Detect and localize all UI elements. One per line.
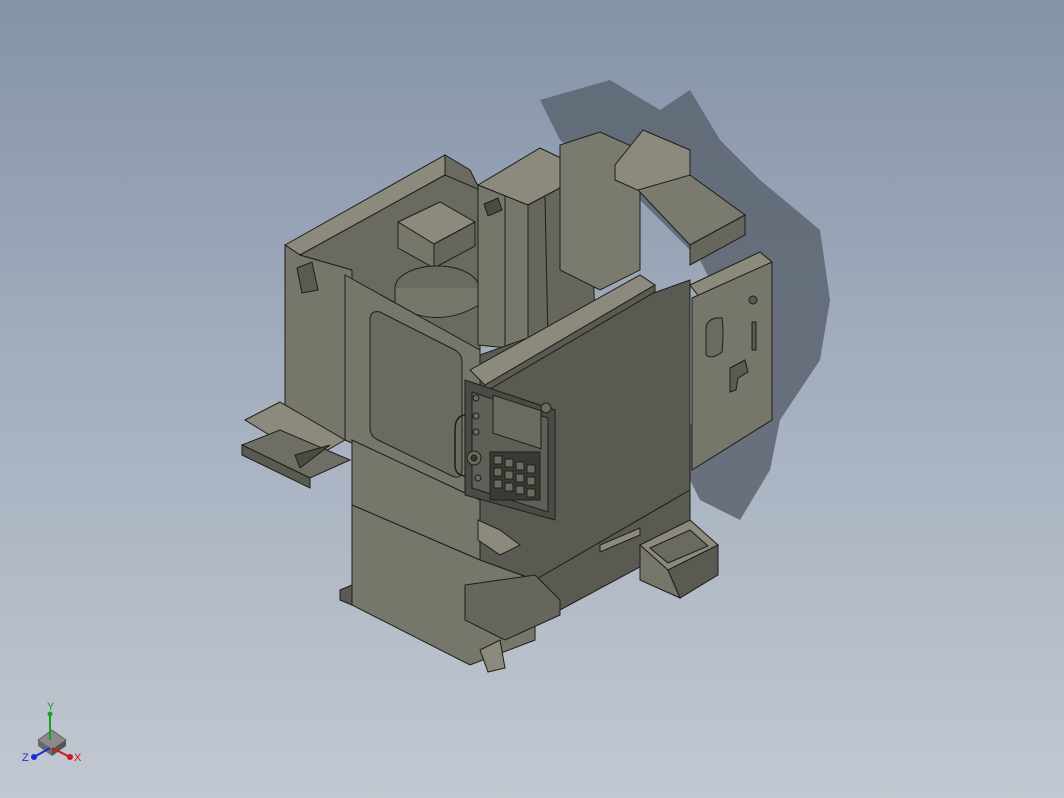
y-axis-label: Y (47, 701, 55, 713)
pendant-keypad[interactable] (489, 451, 541, 501)
machine-model[interactable] (0, 0, 1064, 798)
z-axis-label: Z (22, 752, 29, 764)
jog-handwheel-icon[interactable] (466, 450, 482, 466)
emergency-stop-icon[interactable] (540, 402, 552, 414)
cad-viewport[interactable]: Y X Z (0, 0, 1064, 798)
axis-triad[interactable]: Y X Z (16, 700, 88, 772)
x-axis-label: X (74, 752, 82, 764)
